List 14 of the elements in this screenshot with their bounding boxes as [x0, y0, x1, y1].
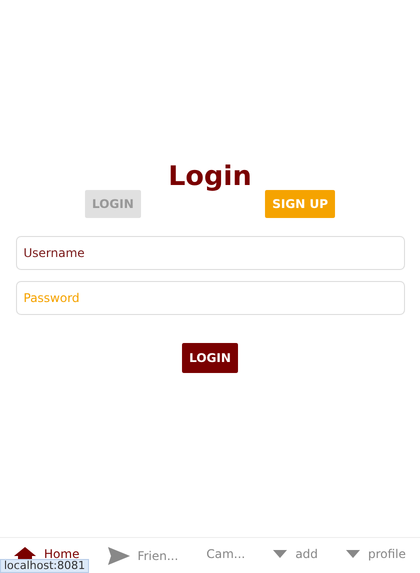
page-title: Login — [168, 160, 252, 194]
nav-item[interactable]: add — [273, 547, 318, 561]
login-button[interactable]: LOGIN — [182, 343, 238, 373]
tab[interactable]: SIGN UP — [265, 190, 335, 218]
status-url: localhost:8081 — [0, 559, 90, 573]
password-field[interactable]: Password — [16, 281, 404, 315]
send-icon — [108, 547, 130, 565]
caret-icon — [346, 550, 360, 558]
nav-item[interactable]: profile — [346, 547, 406, 561]
nav-item[interactable]: Frien... — [108, 547, 178, 565]
username-field[interactable]: Username — [16, 236, 404, 270]
caret-icon — [273, 550, 288, 558]
tab[interactable]: LOGIN — [85, 190, 141, 218]
nav-item[interactable]: Cam... — [206, 547, 246, 561]
